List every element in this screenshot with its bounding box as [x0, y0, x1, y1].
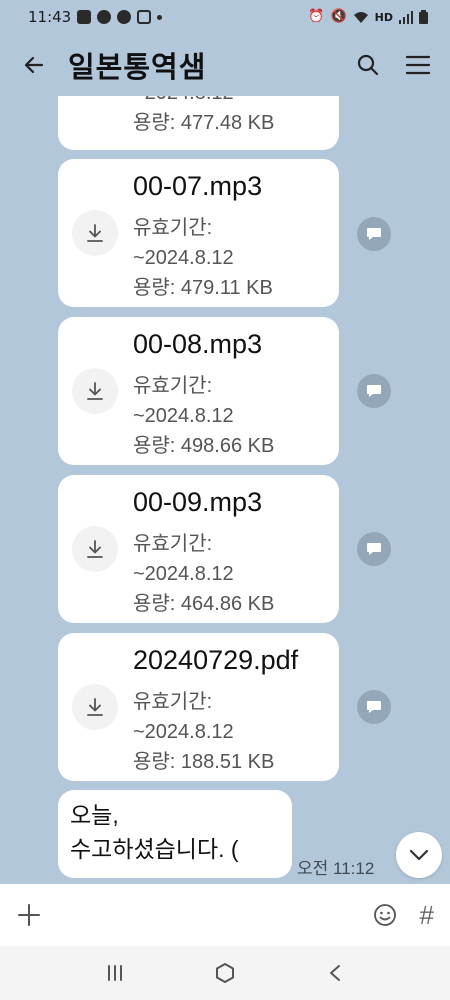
file-expiry-date: ~2024.8.12 [133, 405, 234, 427]
status-time: 11:43 [28, 8, 72, 26]
gallery-notification-icon [77, 10, 92, 24]
download-icon [87, 540, 103, 558]
share-button[interactable] [357, 374, 391, 408]
recent-apps-icon [108, 965, 122, 981]
system-back-button[interactable] [315, 953, 355, 993]
back-arrow-icon [24, 56, 44, 74]
message-line: 수고하셨습니다. ( [70, 836, 239, 862]
download-button[interactable] [72, 210, 118, 256]
file-name: 20240729.pdf [133, 645, 299, 675]
search-button[interactable] [354, 51, 382, 79]
file-message-card[interactable]: ~2024.8.12 용량: 477.48 KB [58, 96, 339, 150]
share-icon [367, 543, 381, 555]
file-expiry-label: 유효기간: [133, 217, 213, 239]
file-size: 용량: 464.86 KB [133, 593, 275, 615]
menu-icon [405, 55, 431, 75]
download-button[interactable] [72, 368, 118, 414]
chat-header: 일본통역샘 [0, 34, 450, 96]
file-size: 용량: 477.48 KB [133, 112, 275, 134]
more-notifications-icon [157, 14, 163, 20]
share-button[interactable] [357, 532, 391, 566]
share-icon [367, 701, 381, 713]
message-input-bar: # [0, 884, 450, 946]
network-label: HD [374, 10, 393, 24]
file-message-card[interactable]: 00-09.mp3 유효기간: ~2024.8.12 용량: 464.86 KB [58, 475, 339, 623]
emoji-button[interactable] [372, 902, 398, 928]
search-icon [357, 54, 379, 76]
battery-icon [419, 10, 428, 24]
scroll-to-bottom-button[interactable] [396, 832, 442, 878]
share-icon [367, 385, 381, 397]
recent-apps-button[interactable] [95, 953, 135, 993]
input-actions: # [372, 900, 434, 931]
system-navigation-bar [0, 946, 450, 1000]
file-size: 용량: 188.51 KB [133, 751, 275, 773]
emoji-icon [373, 904, 396, 926]
home-icon [216, 963, 234, 983]
mute-icon: 🔇 [330, 9, 347, 24]
wifi-icon [353, 11, 368, 23]
share-button[interactable] [357, 217, 391, 251]
plus-icon [18, 904, 40, 926]
status-right: ⏰ 🔇 HD [308, 10, 428, 24]
hashtag-button[interactable]: # [420, 900, 434, 931]
alarm-icon: ⏰ [308, 9, 325, 24]
download-button[interactable] [72, 684, 118, 730]
status-left: 11:43 [28, 8, 163, 26]
download-button[interactable] [72, 526, 118, 572]
chat-title: 일본통역샘 [68, 50, 207, 84]
file-name: 00-07.mp3 [133, 171, 263, 201]
message-line: 오늘, [70, 802, 119, 828]
file-name: 00-09.mp3 [133, 487, 263, 517]
file-size: 용량: 498.66 KB [133, 435, 275, 457]
download-icon [87, 382, 103, 400]
menu-button[interactable] [404, 51, 432, 79]
home-button[interactable] [205, 953, 245, 993]
message-input[interactable] [54, 895, 360, 935]
text-message-bubble[interactable]: 오늘, 수고하셨습니다. ( [58, 790, 292, 878]
file-expiry-label: 유효기간: [133, 691, 213, 713]
app-notification-icon [137, 10, 152, 24]
messenger-notification-icon [117, 10, 132, 24]
chat-messages[interactable]: ~2024.8.12 용량: 477.48 KB 00-07.mp3 유효기간:… [0, 96, 450, 884]
status-bar: 11:43 ⏰ 🔇 HD [0, 0, 450, 34]
download-icon [87, 224, 103, 242]
file-expiry-label: 유효기간: [133, 375, 213, 397]
header-actions [354, 51, 432, 79]
back-button[interactable] [20, 51, 48, 79]
file-expiry-date: ~2024.8.12 [133, 721, 234, 743]
file-message-card[interactable]: 00-07.mp3 유효기간: ~2024.8.12 용량: 479.11 KB [58, 159, 339, 307]
chevron-down-icon [409, 849, 429, 861]
file-name: 00-08.mp3 [133, 329, 263, 359]
file-message-card[interactable]: 00-08.mp3 유효기간: ~2024.8.12 용량: 498.66 KB [58, 317, 339, 465]
attach-button[interactable] [16, 902, 42, 928]
back-icon [330, 965, 340, 981]
signal-icon [399, 10, 413, 24]
share-icon [367, 228, 381, 240]
file-message-card[interactable]: 20240729.pdf 유효기간: ~2024.8.12 용량: 188.51… [58, 633, 339, 781]
file-size: 용량: 479.11 KB [133, 277, 273, 299]
download-icon [87, 698, 103, 716]
message-time: 오전 11:12 [297, 859, 375, 878]
file-expiry-label: 유효기간: [133, 533, 213, 555]
file-expiry-date: ~2024.8.12 [133, 247, 234, 269]
share-button[interactable] [357, 690, 391, 724]
talk-notification-icon [97, 10, 112, 24]
file-expiry-date: ~2024.8.12 [133, 563, 234, 585]
